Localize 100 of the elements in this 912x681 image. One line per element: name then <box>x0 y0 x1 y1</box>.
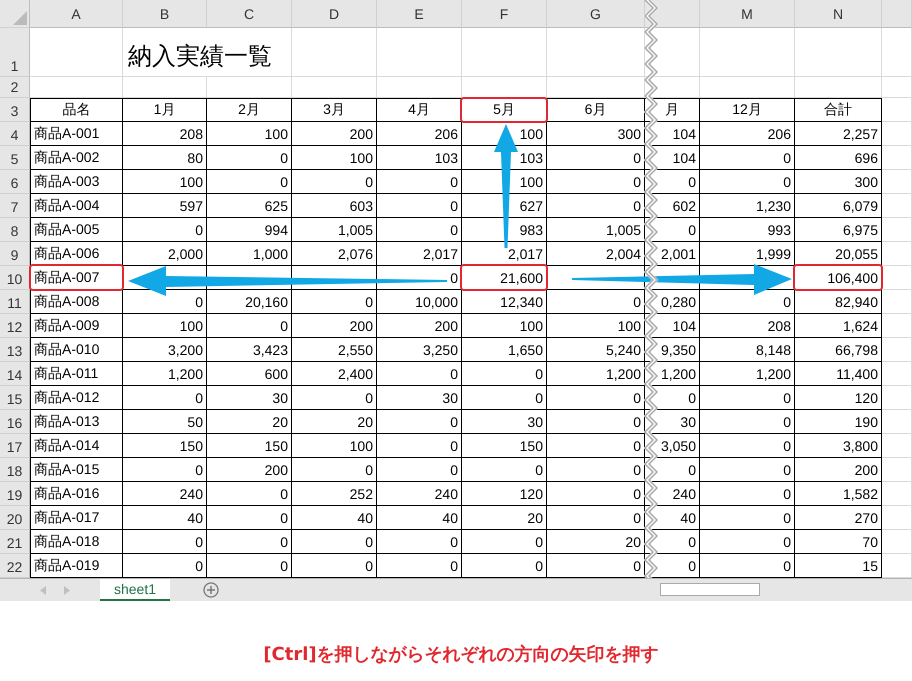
table-cell: 206 <box>377 122 462 146</box>
table-cell: 600 <box>207 362 292 386</box>
table-cell: 1,999 <box>700 242 795 266</box>
table-cell: 0 <box>377 458 462 482</box>
table-cell: 150 <box>207 434 292 458</box>
table-cell: 120 <box>795 386 882 410</box>
sheet-tab[interactable]: sheet1 <box>100 579 170 601</box>
sheet-title: 納入実績一覧 <box>123 28 292 77</box>
column-letter[interactable]: G <box>547 0 645 28</box>
column-header-cell: 6月 <box>547 98 645 122</box>
table-cell: 100 <box>123 170 207 194</box>
row-number[interactable]: 9 <box>0 242 30 266</box>
table-cell: 0 <box>462 362 547 386</box>
row-number[interactable]: 5 <box>0 146 30 170</box>
table-cell: 104 <box>645 314 700 338</box>
column-header-cell: 5月 <box>462 98 547 122</box>
table-cell: 300 <box>547 122 645 146</box>
table-cell: 商品A-009 <box>30 314 123 338</box>
table-cell: 0 <box>207 314 292 338</box>
table-cell: 150 <box>123 434 207 458</box>
row-number[interactable]: 17 <box>0 434 30 458</box>
table-cell: 0 <box>377 530 462 554</box>
table-cell: 6,079 <box>795 194 882 218</box>
table-cell: 3,250 <box>377 338 462 362</box>
table-cell: 0 <box>123 218 207 242</box>
table-cell: 200 <box>292 314 377 338</box>
table-cell: 100 <box>292 146 377 170</box>
column-letter[interactable]: E <box>377 0 462 28</box>
row-number[interactable]: 1 <box>0 28 30 77</box>
row-number[interactable]: 20 <box>0 506 30 530</box>
row-number[interactable]: 11 <box>0 290 30 314</box>
scroll-left-icon[interactable] <box>40 586 46 594</box>
row-number[interactable]: 12 <box>0 314 30 338</box>
table-cell: 1,200 <box>700 362 795 386</box>
column-letter[interactable]: N <box>795 0 882 28</box>
table-cell: 5,240 <box>547 338 645 362</box>
empty-cell <box>882 170 912 194</box>
table-cell: 0 <box>377 218 462 242</box>
table-cell: 50 <box>123 410 207 434</box>
table-cell: 1,624 <box>795 314 882 338</box>
row-number[interactable]: 13 <box>0 338 30 362</box>
table-cell: 2,550 <box>292 338 377 362</box>
table-cell: 208 <box>700 314 795 338</box>
column-header[interactable] <box>882 0 912 28</box>
row-number[interactable]: 18 <box>0 458 30 482</box>
column-letter[interactable]: F <box>462 0 547 28</box>
row-number[interactable]: 6 <box>0 170 30 194</box>
column-letter[interactable]: C <box>207 0 292 28</box>
column-header-cell: 12月 <box>700 98 795 122</box>
table-cell: 0 <box>547 146 645 170</box>
scroll-right-icon[interactable] <box>64 586 70 594</box>
table-cell: 0 <box>462 530 547 554</box>
table-cell: 商品A-003 <box>30 170 123 194</box>
row-number[interactable]: 15 <box>0 386 30 410</box>
scrollbar-thumb[interactable] <box>660 583 760 596</box>
table-cell: 1,200 <box>645 362 700 386</box>
table-cell: 6,975 <box>795 218 882 242</box>
table-cell: 0 <box>547 434 645 458</box>
empty-cell <box>882 458 912 482</box>
table-cell: 206 <box>700 122 795 146</box>
table-cell: 104 <box>645 146 700 170</box>
column-letter[interactable]: M <box>700 0 795 28</box>
table-cell: 0 <box>700 146 795 170</box>
row-number[interactable]: 7 <box>0 194 30 218</box>
table-cell: 2,076 <box>292 242 377 266</box>
table-cell: 0 <box>547 458 645 482</box>
table-cell: 0 <box>547 506 645 530</box>
column-letter[interactable]: B <box>123 0 207 28</box>
table-cell: 12,340 <box>462 290 547 314</box>
row-number[interactable]: 4 <box>0 122 30 146</box>
row-number[interactable]: 21 <box>0 530 30 554</box>
table-cell: 1,230 <box>700 194 795 218</box>
table-cell: 0 <box>547 386 645 410</box>
table-cell: 10,000 <box>377 290 462 314</box>
table-cell: 0 <box>700 506 795 530</box>
table-cell: 0 <box>123 458 207 482</box>
add-sheet-icon[interactable] <box>203 582 219 598</box>
column-letter[interactable]: D <box>292 0 377 28</box>
table-cell: 1,005 <box>292 218 377 242</box>
table-cell: 0 <box>645 386 700 410</box>
table-cell: 2,000 <box>123 242 207 266</box>
table-cell: 商品A-002 <box>30 146 123 170</box>
row-number[interactable]: 19 <box>0 482 30 506</box>
table-cell: 200 <box>207 458 292 482</box>
row-number[interactable]: 2 <box>0 77 30 98</box>
row-number[interactable]: 3 <box>0 98 30 122</box>
table-cell: 104 <box>645 122 700 146</box>
table-cell: 8,148 <box>700 338 795 362</box>
row-number[interactable]: 8 <box>0 218 30 242</box>
table-cell: 993 <box>700 218 795 242</box>
row-number[interactable]: 14 <box>0 362 30 386</box>
table-cell: 商品A-008 <box>30 290 123 314</box>
row-number[interactable]: 16 <box>0 410 30 434</box>
table-cell: 82,940 <box>795 290 882 314</box>
row-number[interactable]: 22 <box>0 554 30 578</box>
table-cell: 1,582 <box>795 482 882 506</box>
table-cell: 0 <box>547 170 645 194</box>
row-number[interactable]: 10 <box>0 266 30 290</box>
table-cell: 40 <box>645 506 700 530</box>
column-letter[interactable]: A <box>30 0 123 28</box>
